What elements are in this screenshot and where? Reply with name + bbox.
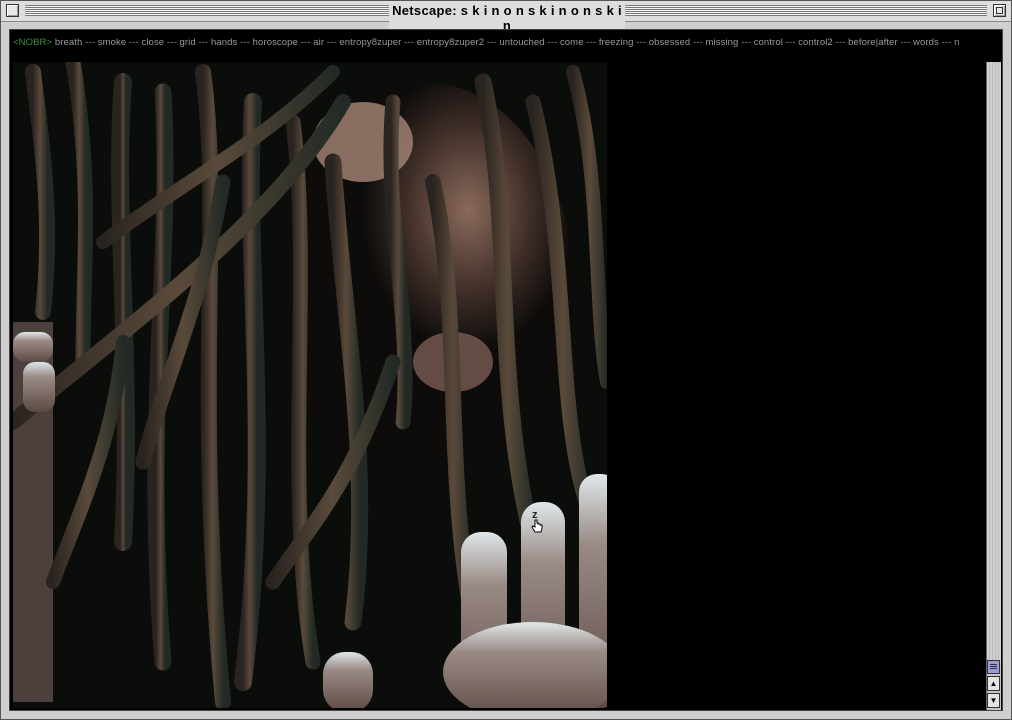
nav-link-words[interactable]: words — [913, 37, 939, 48]
nav-separator: --- — [544, 37, 560, 48]
nav-link-control2[interactable]: control2 — [798, 37, 833, 48]
nav-line: <NOBR> breath --- smoke --- close --- gr… — [13, 37, 960, 48]
nav-separator: --- — [633, 37, 649, 48]
nav-separator: --- — [237, 37, 253, 48]
hand-pointer-icon — [531, 519, 543, 533]
nav-link-entropy8zuper2[interactable]: entropy8zuper2 — [417, 37, 484, 48]
nav-link-air[interactable]: air — [313, 37, 324, 48]
nav-separator: --- — [195, 37, 211, 48]
browser-window: Netscape: s k i n o n s k i n o n s k i … — [0, 0, 1012, 720]
page-content: <NOBR> breath --- smoke --- close --- gr… — [9, 29, 1003, 711]
nav-separator: --- — [484, 37, 500, 48]
nav-separator: --- — [897, 37, 913, 48]
nobr-tag: <NOBR> — [13, 37, 53, 48]
nav-link-breath[interactable]: breath — [55, 37, 83, 48]
nav-link-entropy8zuper[interactable]: entropy8zuper — [339, 37, 401, 48]
nav-link-grid[interactable]: grid — [179, 37, 195, 48]
nav-separator: --- — [297, 37, 314, 48]
scroll-track[interactable] — [987, 62, 1001, 660]
title-bar[interactable]: Netscape: s k i n o n s k i n o n s k i … — [1, 1, 1011, 33]
nav-link-hands[interactable]: hands — [211, 37, 237, 48]
nav-separator: --- — [690, 37, 706, 48]
nav-link-untouched[interactable]: untouched — [499, 37, 544, 48]
nav-link-before-after[interactable]: before|after — [848, 37, 898, 48]
nav-separator: --- — [324, 37, 340, 48]
title-stripes-left — [25, 5, 389, 16]
nav-separator: --- — [738, 37, 754, 48]
nav-separator: --- — [164, 37, 180, 48]
title-stripes-right — [625, 5, 987, 16]
scroll-down-arrow-icon[interactable]: ▼ — [987, 693, 1000, 708]
nav-link-missing[interactable]: missing — [706, 37, 739, 48]
nav-link-n[interactable]: n — [954, 37, 959, 48]
photo-image — [13, 62, 607, 708]
nav-separator: --- — [126, 37, 142, 48]
vertical-scrollbar[interactable]: ▲ ▼ — [986, 62, 1001, 710]
nav-link-come[interactable]: come — [560, 37, 584, 48]
nav-separator: --- — [583, 37, 599, 48]
close-box[interactable] — [6, 4, 19, 17]
scroll-up-arrow-icon[interactable]: ▲ — [987, 676, 1000, 691]
nav-separator: --- — [401, 37, 417, 48]
nav-link-freezing[interactable]: freezing — [599, 37, 634, 48]
nav-separator: --- — [832, 37, 849, 48]
nav-link-smoke[interactable]: smoke — [98, 37, 126, 48]
nav-separator: --- — [938, 37, 955, 48]
nav-link-close[interactable]: close — [142, 37, 165, 48]
zoom-box[interactable] — [993, 4, 1006, 17]
nav-separator: --- — [782, 37, 799, 48]
nav-link-horoscope[interactable]: horoscope — [253, 37, 298, 48]
scroll-thumb[interactable] — [987, 660, 1000, 674]
nav-link-control[interactable]: control — [754, 37, 783, 48]
nav-link-obsessed[interactable]: obsessed — [649, 37, 690, 48]
photo — [13, 62, 607, 708]
nav-separator: --- — [82, 37, 98, 48]
